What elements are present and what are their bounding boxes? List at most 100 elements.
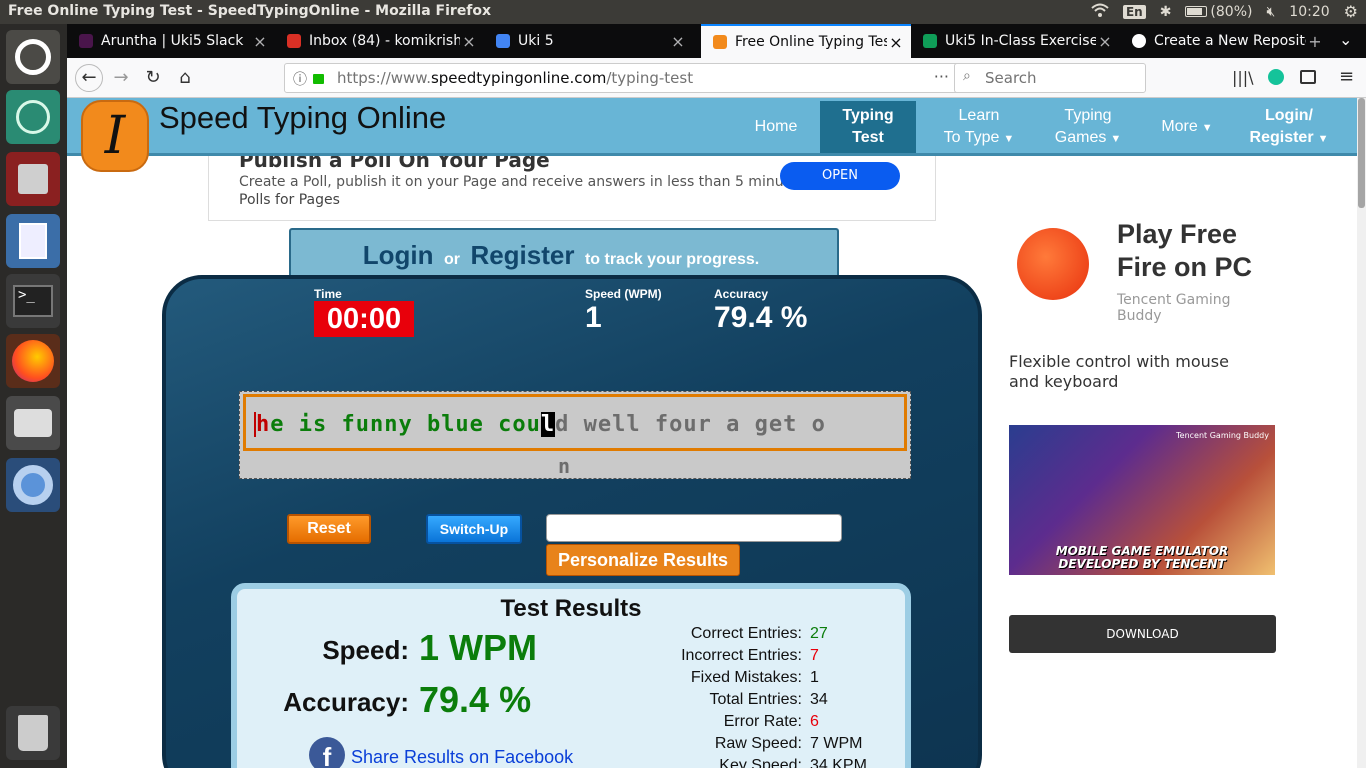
nav-login-register[interactable]: Login/Register ▼ bbox=[1239, 101, 1339, 153]
result-speed-label: Speed: bbox=[322, 635, 409, 665]
library-icon[interactable]: |||\ bbox=[1232, 68, 1254, 87]
sheets-icon bbox=[923, 34, 937, 48]
side-ad-title[interactable]: Play Free Fire on PC bbox=[1117, 218, 1252, 284]
tab-gmail[interactable]: Inbox (84) - komikrish × bbox=[275, 24, 484, 58]
tab-uki5[interactable]: Uki 5 × bbox=[484, 24, 693, 58]
tab-typing-test[interactable]: Free Online Typing Tes × bbox=[701, 24, 911, 58]
gmail-icon bbox=[287, 34, 301, 48]
speed-value: 1 bbox=[585, 301, 602, 334]
total-entries-value: 34 bbox=[810, 691, 828, 708]
forward-arrow-icon[interactable]: → bbox=[109, 66, 133, 90]
free-fire-logo-icon[interactable] bbox=[1017, 228, 1089, 300]
keyboard-layout-indicator[interactable]: En bbox=[1122, 4, 1146, 19]
site-logo[interactable]: I bbox=[81, 100, 149, 172]
scroll-thumb[interactable] bbox=[1358, 98, 1365, 208]
web-page: Publish a Poll On Your Page Create a Pol… bbox=[67, 98, 1366, 768]
trash-icon[interactable] bbox=[6, 706, 60, 760]
side-ad-image[interactable]: Tencent Gaming Buddy MOBILE GAME EMULATO… bbox=[1009, 425, 1275, 575]
back-arrow-icon[interactable]: ← bbox=[75, 64, 103, 92]
clock[interactable]: 10:20 bbox=[1289, 4, 1329, 20]
poll-ad[interactable]: Publish a Poll On Your Page Create a Pol… bbox=[208, 148, 936, 221]
home-icon[interactable]: ⌂ bbox=[173, 66, 197, 90]
close-icon[interactable]: × bbox=[1096, 32, 1114, 51]
bluetooth-icon[interactable]: ✱ bbox=[1160, 4, 1172, 20]
incorrect-entries-label: Incorrect Entries: bbox=[681, 647, 802, 664]
correct-entries-value: 27 bbox=[810, 625, 828, 642]
facebook-icon[interactable]: f bbox=[309, 737, 345, 768]
login-banner: Login or Register to track your progress… bbox=[289, 228, 839, 278]
nav-more[interactable]: More ▼ bbox=[1147, 101, 1227, 153]
personalize-results-button[interactable]: Personalize Results bbox=[546, 544, 740, 576]
info-icon[interactable]: ⓘ bbox=[293, 69, 307, 89]
google-classroom-icon bbox=[496, 34, 510, 48]
new-tab-plus-icon[interactable]: + bbox=[1306, 32, 1324, 51]
battery-indicator[interactable]: (80%) bbox=[1185, 4, 1252, 20]
result-speed-value: 1 WPM bbox=[419, 627, 538, 668]
settings-gear-icon[interactable]: ⚙ bbox=[1344, 2, 1358, 21]
libreoffice-impress-icon[interactable] bbox=[6, 214, 60, 268]
typing-text-area[interactable]: he is funny blue could well four a get o… bbox=[239, 391, 911, 479]
files-icon[interactable] bbox=[6, 152, 60, 206]
atom-editor-icon[interactable] bbox=[6, 90, 60, 144]
nav-home[interactable]: Home bbox=[738, 101, 814, 153]
current-char: l bbox=[540, 412, 556, 437]
close-icon[interactable]: × bbox=[251, 32, 269, 51]
tab-in-class-exercises[interactable]: Uki5 In-Class Exercises × bbox=[911, 24, 1120, 58]
tab-slack[interactable]: Aruntha | Uki5 Slack × bbox=[67, 24, 275, 58]
nav-learn-to-type[interactable]: Learn To Type ▼ bbox=[929, 101, 1029, 153]
close-icon[interactable]: × bbox=[460, 32, 478, 51]
page-actions-icon[interactable]: ··· bbox=[934, 67, 949, 86]
speedtyping-icon bbox=[713, 35, 727, 49]
browser-tab-bar: Aruntha | Uki5 Slack × Inbox (84) - komi… bbox=[67, 24, 1366, 58]
browser-nav-bar: ← → ↻ ⌂ ⓘ https://www.speedtypingonline.… bbox=[67, 58, 1366, 98]
firefox-icon[interactable] bbox=[6, 334, 60, 388]
dropdown-caret-icon: ▼ bbox=[1317, 132, 1329, 145]
register-link[interactable]: Register bbox=[470, 240, 574, 270]
ad-sub: Polls for Pages bbox=[239, 192, 340, 208]
share-facebook-link[interactable]: Share Results on Facebook bbox=[351, 747, 573, 768]
raw-speed-value: 7 WPM bbox=[810, 735, 863, 752]
menu-hamburger-icon[interactable]: ≡ bbox=[1339, 66, 1354, 87]
page-scrollbar[interactable] bbox=[1357, 98, 1366, 768]
accuracy-label: Accuracy bbox=[714, 287, 769, 301]
tab-github[interactable]: Create a New Reposito + bbox=[1120, 24, 1330, 58]
search-input[interactable]: ⌕ Search bbox=[954, 63, 1146, 93]
system-tray: En ✱ (80%) 🔇︎ 10:20 ⚙ bbox=[1091, 2, 1358, 21]
site-title[interactable]: Speed Typing Online bbox=[159, 100, 446, 136]
reload-icon[interactable]: ↻ bbox=[141, 66, 165, 90]
search-icon: ⌕ bbox=[963, 68, 971, 84]
url-bar[interactable]: ⓘ https://www.speedtypingonline.com/typi… bbox=[284, 63, 1014, 93]
wifi-icon[interactable] bbox=[1091, 3, 1109, 21]
system-top-panel: Free Online Typing Test - SpeedTypingOnl… bbox=[0, 0, 1366, 24]
free-fire-ad[interactable]: Play Free Fire on PC Tencent Gaming Buddy… bbox=[1007, 208, 1277, 658]
ad-open-button[interactable]: OPEN bbox=[780, 162, 900, 190]
dropdown-caret-icon: ▼ bbox=[1003, 132, 1015, 145]
sidebar-icon[interactable] bbox=[1300, 70, 1316, 84]
chromium-icon[interactable] bbox=[6, 458, 60, 512]
dropdown-caret-icon: ▼ bbox=[1110, 132, 1122, 145]
tencent-brand-text: Tencent Gaming Buddy bbox=[1176, 431, 1269, 440]
switch-up-button[interactable]: Switch-Up bbox=[426, 514, 522, 544]
correct-entries-label: Correct Entries: bbox=[690, 625, 802, 642]
side-ad-image-caption: MOBILE GAME EMULATOR DEVELOPED BY TENCENT bbox=[1055, 544, 1229, 571]
side-ad-description: Flexible control with mouse and keyboard bbox=[1009, 352, 1229, 391]
terminal-icon[interactable]: >_ bbox=[6, 274, 60, 328]
ubuntu-dash-icon[interactable] bbox=[6, 30, 60, 84]
nav-typing-games[interactable]: Typing Games ▼ bbox=[1043, 101, 1133, 153]
tab-list-chevron-icon[interactable]: ⌄ bbox=[1339, 30, 1352, 49]
typing-input[interactable] bbox=[546, 514, 842, 542]
close-icon[interactable]: × bbox=[669, 32, 687, 51]
volume-muted-icon[interactable]: 🔇︎ bbox=[1266, 4, 1275, 20]
login-link[interactable]: Login bbox=[363, 240, 434, 270]
grammarly-icon[interactable] bbox=[1268, 69, 1284, 85]
download-button[interactable]: DOWNLOAD bbox=[1009, 615, 1276, 653]
github-icon bbox=[1132, 34, 1146, 48]
results-title: Test Results bbox=[500, 595, 642, 622]
nav-typing-test[interactable]: Typing Test bbox=[820, 101, 916, 153]
wrapped-text: n bbox=[558, 454, 571, 478]
reset-button[interactable]: Reset bbox=[287, 514, 371, 544]
side-ad-subtitle: Tencent Gaming Buddy bbox=[1117, 292, 1231, 324]
total-entries-label: Total Entries: bbox=[709, 691, 802, 708]
camera-icon[interactable] bbox=[6, 396, 60, 450]
close-icon[interactable]: × bbox=[887, 33, 905, 52]
